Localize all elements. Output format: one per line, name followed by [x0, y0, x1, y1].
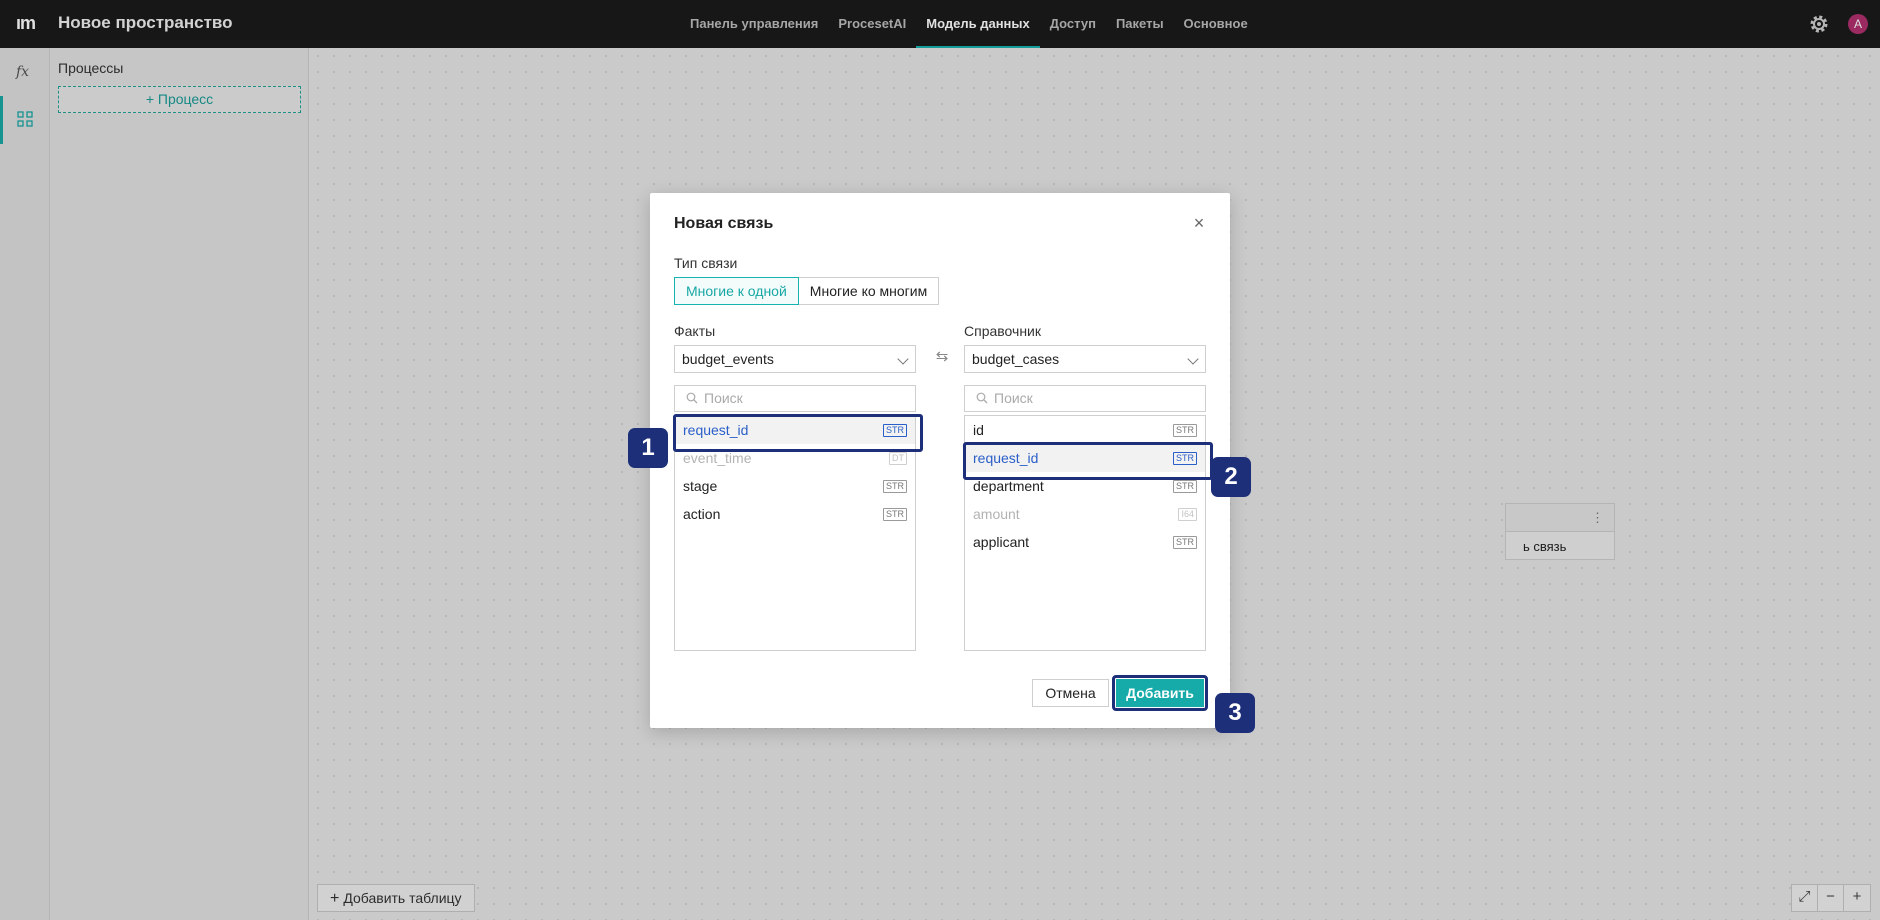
step-marker-2: 2 [1211, 457, 1251, 497]
facts-field-request-id[interactable]: request_id STR [673, 414, 923, 452]
field-type-badge: STR [1173, 424, 1197, 437]
facts-search-input[interactable]: Поиск [674, 385, 916, 412]
reference-table-select[interactable]: budget_cases [964, 345, 1206, 373]
field-name: stage [683, 478, 718, 494]
facts-field-event-time: event_time DT [675, 444, 915, 472]
new-relation-dialog: Новая связь × Тип связи Многие к одной М… [650, 193, 1230, 728]
field-type-badge: STR [1173, 480, 1197, 493]
reference-field-list: id STR request_id STR department STR amo… [963, 415, 1213, 651]
field-type-badge: I64 [1178, 508, 1197, 521]
facts-field-action[interactable]: action STR [675, 500, 915, 528]
field-name: event_time [683, 450, 752, 466]
field-type-badge: STR [883, 508, 907, 521]
facts-search-placeholder: Поиск [704, 390, 743, 406]
facts-field-list: request_id STR event_time DT stage STR a… [673, 414, 923, 651]
search-icon [686, 392, 698, 404]
field-type-badge: STR [883, 424, 907, 437]
facts-table-value: budget_events [682, 351, 774, 367]
field-name: request_id [973, 450, 1039, 466]
reference-label: Справочник [964, 323, 1041, 339]
relation-type-toggle: Многие к одной Многие ко многим [674, 277, 940, 305]
dialog-title: Новая связь [674, 215, 774, 232]
reference-field-department[interactable]: department STR [965, 472, 1205, 500]
facts-table-select[interactable]: budget_events [674, 345, 916, 373]
facts-label: Факты [674, 323, 716, 339]
field-name: applicant [973, 534, 1030, 550]
swap-icon[interactable]: ⇆ [933, 348, 951, 366]
close-icon[interactable]: × [1189, 213, 1209, 233]
reference-search-placeholder: Поиск [994, 390, 1033, 406]
step-marker-3: 3 [1215, 693, 1255, 733]
field-type-badge: STR [883, 480, 907, 493]
chevron-down-icon [897, 353, 909, 365]
field-name: department [973, 478, 1044, 494]
add-button[interactable]: Добавить [1116, 679, 1204, 707]
field-type-badge: DT [889, 452, 907, 465]
step-marker-1: 1 [628, 428, 668, 468]
relation-type-label: Тип связи [674, 255, 738, 271]
many-to-one-option[interactable]: Многие к одной [674, 277, 799, 305]
search-icon [976, 392, 988, 404]
reference-field-id[interactable]: id STR [965, 416, 1205, 444]
reference-field-request-id[interactable]: request_id STR [963, 442, 1213, 480]
field-name: action [683, 506, 721, 522]
reference-search-input[interactable]: Поиск [964, 385, 1206, 412]
field-name: request_id [683, 422, 749, 438]
field-name: id [973, 422, 984, 438]
cancel-button[interactable]: Отмена [1032, 679, 1109, 707]
facts-field-stage[interactable]: stage STR [675, 472, 915, 500]
reference-field-applicant[interactable]: applicant STR [965, 528, 1205, 556]
chevron-down-icon [1187, 353, 1199, 365]
field-type-badge: STR [1173, 452, 1197, 465]
many-to-many-option[interactable]: Многие ко многим [798, 277, 940, 305]
field-type-badge: STR [1173, 536, 1197, 549]
field-name: amount [973, 506, 1020, 522]
reference-table-value: budget_cases [972, 351, 1060, 367]
reference-field-amount: amount I64 [965, 500, 1205, 528]
